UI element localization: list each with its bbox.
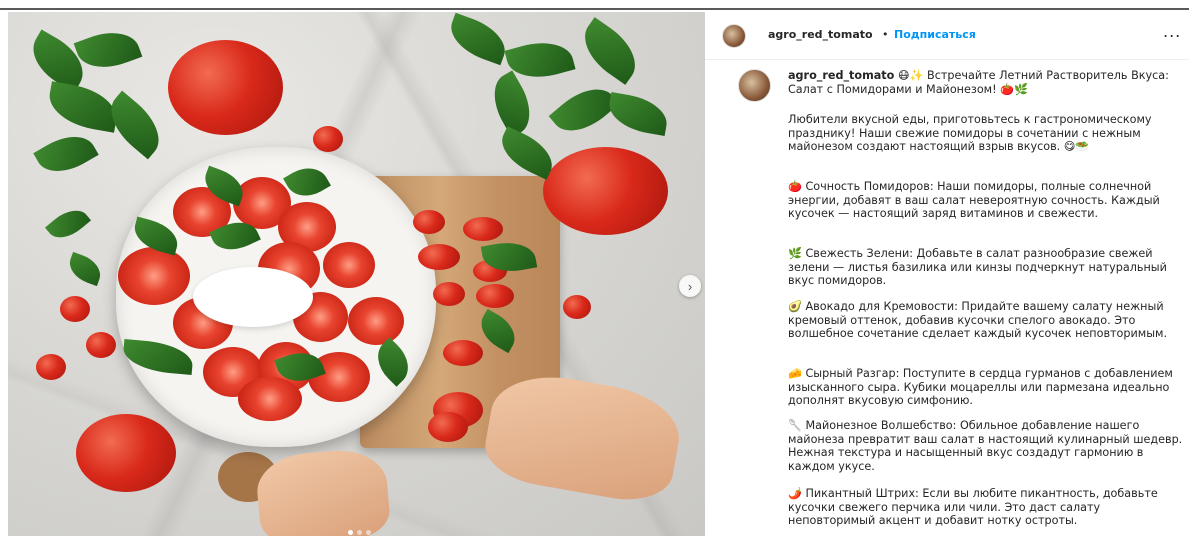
post-header: agro_red_tomato • Подписаться ... xyxy=(705,12,1189,60)
cherry-tomato xyxy=(433,282,465,306)
carousel-next-button[interactable]: › xyxy=(679,275,701,297)
cherry-tomato xyxy=(563,295,591,319)
whole-tomato xyxy=(543,147,668,235)
post-details-panel: agro_red_tomato • Подписаться ... agro_r… xyxy=(705,12,1189,536)
caption-paragraph: Любители вкусной еды, приготовьтесь к га… xyxy=(788,113,1152,153)
author-username[interactable]: agro_red_tomato xyxy=(768,28,873,41)
top-divider xyxy=(0,8,1189,10)
cherry-tomato xyxy=(463,217,503,241)
whole-tomato xyxy=(168,40,283,135)
cherry-tomato xyxy=(428,412,468,442)
caption-author-avatar[interactable] xyxy=(738,69,771,102)
header-separator: • xyxy=(882,28,889,41)
post-photo[interactable]: › xyxy=(8,12,705,536)
caption-paragraph: 🥑 Авокадо для Кремовости: Придайте вашем… xyxy=(788,300,1168,340)
caption-paragraph: 🌶️ Пикантный Штрих: Если вы любите пикан… xyxy=(788,487,1158,527)
caption-paragraph: 🧀 Сырный Разгар: Поступите в сердца гурм… xyxy=(788,367,1173,407)
cherry-tomato xyxy=(86,332,116,358)
cherry-tomato xyxy=(443,340,483,366)
carousel-dots xyxy=(348,530,371,535)
tomato-slice xyxy=(118,247,190,305)
mayonnaise-dollop xyxy=(193,267,313,327)
cherry-tomato xyxy=(413,210,445,234)
cherry-tomato xyxy=(36,354,66,380)
carousel-dot xyxy=(366,530,371,535)
cherry-tomato xyxy=(60,296,90,322)
caption-intro: agro_red_tomato 😷✨ Встречайте Летний Рас… xyxy=(788,69,1183,96)
caption-username[interactable]: agro_red_tomato xyxy=(788,69,894,82)
author-avatar[interactable] xyxy=(722,24,746,48)
cherry-tomato xyxy=(418,244,460,270)
whole-tomato xyxy=(76,414,176,492)
follow-button[interactable]: Подписаться xyxy=(894,28,976,41)
more-options-icon[interactable]: ... xyxy=(1163,22,1181,41)
cherry-tomato xyxy=(476,284,514,308)
tomato-slice xyxy=(323,242,375,288)
caption-paragraph: 🍅 Сочность Помидоров: Наши помидоры, пол… xyxy=(788,180,1160,220)
caption-paragraph: 🌿 Свежесть Зелени: Добавьте в салат разн… xyxy=(788,247,1167,287)
caption-paragraph: 🥄 Майонезное Волшебство: Обильное добавл… xyxy=(788,419,1183,473)
carousel-dot xyxy=(357,530,362,535)
carousel-dot-active xyxy=(348,530,353,535)
chevron-right-icon: › xyxy=(687,278,693,294)
tomato-slice xyxy=(238,377,302,421)
post-viewer: › agro_red_tomato • Подписаться ... agro… xyxy=(0,0,1189,536)
tomato-slice xyxy=(348,297,404,345)
cherry-tomato xyxy=(313,126,343,152)
